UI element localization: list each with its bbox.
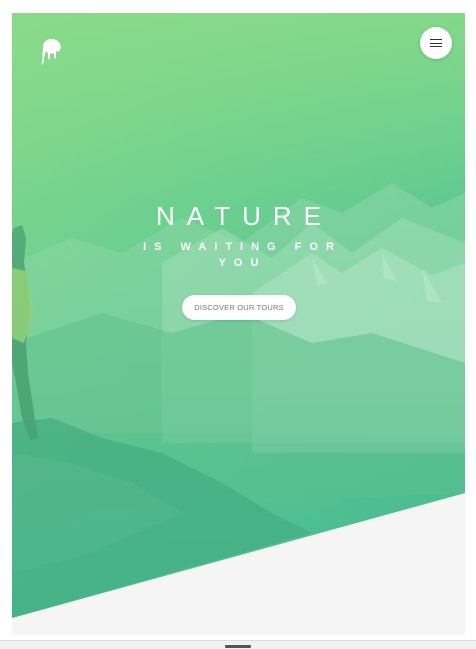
hamburger-menu-icon-bar [430,42,442,44]
hero-section: NATURE IS WAITING FOR YOU DISCOVER OUR T… [12,13,465,618]
menu-button[interactable] [420,27,452,59]
page-frame: NATURE IS WAITING FOR YOU DISCOVER OUR T… [12,13,465,635]
discover-tours-button[interactable]: DISCOVER OUR TOURS [182,295,296,320]
hamburger-menu-icon-bar [430,46,442,48]
elephant-icon[interactable] [38,37,64,67]
hamburger-menu-icon [430,39,442,41]
hero-gradient-overlay [12,13,465,618]
hero-subtitle: IS WAITING FOR YOU [143,241,342,269]
hero-title: NATURE [156,201,333,231]
